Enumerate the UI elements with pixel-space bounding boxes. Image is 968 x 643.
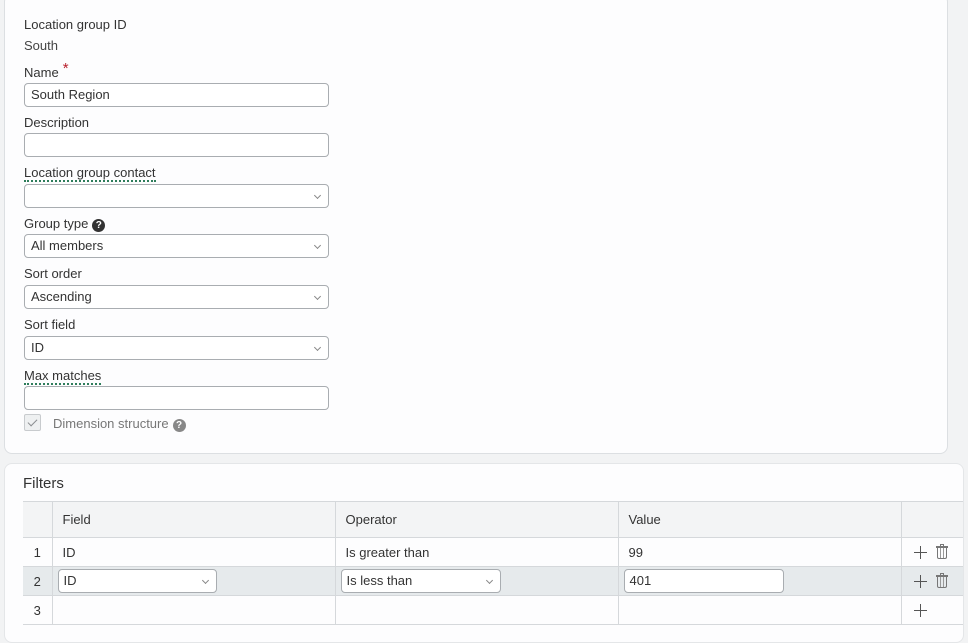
description-input[interactable] — [24, 133, 329, 157]
operator-cell[interactable] — [335, 595, 619, 625]
dimension-structure-label-text: Dimension structure — [53, 416, 169, 431]
sort-order-label: Sort order — [24, 266, 82, 281]
chevron-down-icon — [313, 292, 322, 301]
value-cell[interactable]: 99 — [618, 537, 902, 567]
group-type-value: All members — [31, 238, 104, 253]
sort-field-label: Sort field — [24, 317, 76, 332]
sort-order-select[interactable]: Ascending — [24, 285, 329, 309]
column-header-field: Field — [52, 501, 336, 538]
row-actions — [901, 566, 963, 596]
filters-title: Filters — [23, 475, 64, 492]
column-header-actions — [901, 501, 963, 538]
chevron-down-icon — [201, 576, 209, 585]
operator-select[interactable]: Is less than — [340, 569, 501, 593]
max-matches-label: Max matches — [24, 368, 102, 385]
field-cell[interactable] — [52, 595, 336, 625]
group-type-label: Group type? — [24, 216, 106, 232]
dimension-structure-checkbox[interactable] — [24, 414, 41, 431]
row-actions — [901, 537, 963, 567]
value-input-text: 401 — [629, 573, 652, 588]
name-label-text: Name — [24, 65, 59, 80]
column-header-num — [23, 501, 53, 538]
name-label: Name * — [24, 60, 69, 81]
trash-icon[interactable] — [935, 544, 948, 559]
table-row[interactable]: 3 — [23, 595, 963, 625]
row-number: 3 — [23, 595, 53, 625]
field-select[interactable]: ID — [57, 569, 217, 593]
field-select-value: ID — [63, 573, 77, 588]
chevron-down-icon — [313, 191, 322, 200]
name-input-value: South Region — [31, 87, 110, 102]
location-group-contact-label: Location group contact — [24, 165, 156, 182]
operator-cell: Is less than — [335, 566, 619, 596]
sort-field-value: ID — [31, 340, 44, 355]
table-row[interactable]: 2 ID Is less than 401 — [23, 566, 963, 596]
help-icon[interactable]: ? — [92, 219, 106, 232]
value-input[interactable]: 401 — [623, 569, 784, 593]
group-type-label-text: Group type — [24, 216, 89, 231]
sort-field-select[interactable]: ID — [24, 336, 329, 360]
max-matches-input[interactable] — [24, 386, 329, 410]
operator-cell[interactable]: Is greater than — [335, 537, 619, 567]
table-row[interactable]: 1 ID Is greater than 99 — [23, 537, 963, 567]
required-marker: * — [62, 60, 69, 77]
value-cell: 401 — [618, 566, 902, 596]
sort-order-value: Ascending — [31, 289, 92, 304]
trash-icon[interactable] — [935, 573, 948, 588]
row-number: 2 — [23, 566, 53, 596]
field-cell[interactable]: ID — [52, 537, 336, 567]
add-row-icon[interactable] — [913, 546, 927, 559]
add-row-icon[interactable] — [913, 604, 927, 617]
row-actions — [901, 595, 963, 625]
help-icon[interactable]: ? — [172, 419, 186, 432]
operator-select-value: Is less than — [346, 573, 413, 588]
filters-table: Field Operator Value 1 ID Is greater tha… — [23, 501, 963, 625]
filters-header-row: Field Operator Value — [23, 501, 963, 538]
value-cell[interactable] — [618, 595, 902, 625]
group-type-select[interactable]: All members — [24, 234, 329, 258]
field-cell: ID — [52, 566, 336, 596]
column-header-operator: Operator — [335, 501, 619, 538]
location-group-id-label: Location group ID — [24, 17, 127, 32]
chevron-down-icon — [313, 241, 322, 250]
add-row-icon[interactable] — [913, 575, 927, 588]
row-number: 1 — [23, 537, 53, 567]
dimension-structure-label: Dimension structure? — [53, 416, 186, 432]
name-input[interactable]: South Region — [24, 83, 329, 107]
location-group-id-value: South — [24, 38, 58, 53]
checkmark-icon — [27, 416, 38, 427]
column-header-value: Value — [618, 501, 902, 538]
chevron-down-icon — [485, 576, 493, 585]
chevron-down-icon — [313, 343, 322, 352]
location-group-contact-select[interactable] — [24, 184, 329, 208]
description-label: Description — [24, 115, 90, 130]
